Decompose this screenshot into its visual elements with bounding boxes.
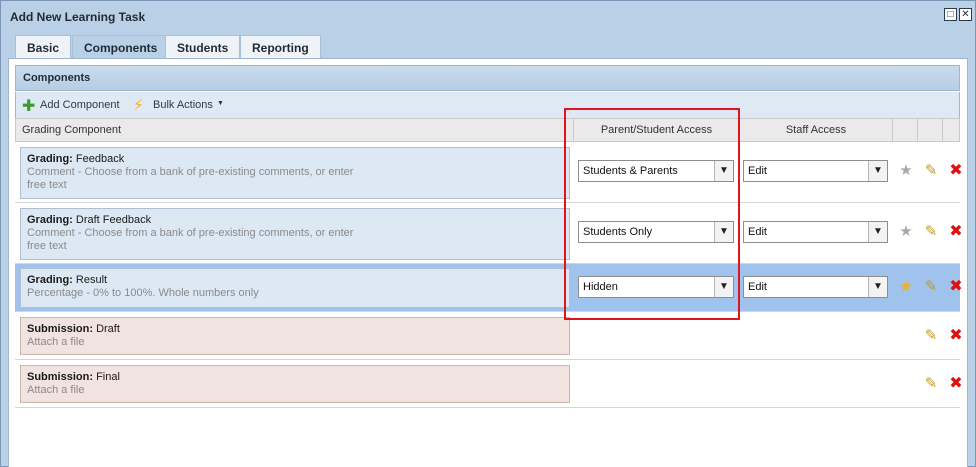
tab-components[interactable]: Components: [72, 35, 170, 59]
col-edit: [918, 119, 943, 141]
chevron-down-icon: ▼: [714, 222, 733, 242]
component-card[interactable]: Grading: Feedback Comment - Choose from …: [20, 147, 570, 199]
bulk-actions-button[interactable]: Bulk Actions: [153, 99, 213, 111]
components-toolbar: ✚ Add Component ⚡ Bulk Actions ▼: [15, 92, 960, 118]
chevron-down-icon: ▼: [868, 277, 887, 297]
chevron-down-icon: ▼: [868, 222, 887, 242]
delete-icon[interactable]: ✖: [947, 375, 965, 393]
component-desc: Attach a file: [27, 384, 85, 396]
staff-access-select[interactable]: Edit ▼: [743, 276, 888, 298]
delete-icon[interactable]: ✖: [947, 278, 965, 296]
component-desc: Percentage - 0% to 100%. Whole numbers o…: [27, 287, 259, 299]
select-value: Edit: [748, 165, 767, 177]
title-bar: Add New Learning Task □ ✕: [1, 1, 975, 32]
parent-student-access-select[interactable]: Students & Parents ▼: [578, 160, 734, 182]
parent-student-access-select[interactable]: Students Only ▼: [578, 221, 734, 243]
component-name: Draft: [93, 323, 120, 335]
select-value: Edit: [748, 281, 767, 293]
table-row: Submission: Final Attach a file ✎ ✖: [15, 360, 963, 408]
component-desc: Comment - Choose from a bank of pre-exis…: [27, 166, 354, 191]
component-card[interactable]: Grading: Result Percentage - 0% to 100%.…: [20, 268, 570, 308]
lightning-icon: ⚡: [133, 97, 144, 114]
components-title: Components: [23, 72, 91, 84]
component-desc: Comment - Choose from a bank of pre-exis…: [27, 227, 354, 252]
tab-students[interactable]: Students: [165, 35, 241, 59]
tab-basic[interactable]: Basic: [15, 35, 72, 59]
table-row: Grading: Feedback Comment - Choose from …: [15, 142, 963, 203]
pencil-icon[interactable]: ✎: [922, 162, 940, 180]
component-kind: Grading:: [27, 153, 73, 165]
select-value: Students & Parents: [583, 165, 678, 177]
chevron-down-icon[interactable]: ▼: [217, 100, 224, 107]
staff-access-select[interactable]: Edit ▼: [743, 221, 888, 243]
staff-access-select[interactable]: Edit ▼: [743, 160, 888, 182]
table-row: Submission: Draft Attach a file ✎ ✖: [15, 312, 963, 360]
tab-reporting[interactable]: Reporting: [240, 35, 321, 59]
col-favorite: [893, 119, 918, 141]
parent-student-access-select[interactable]: Hidden ▼: [578, 276, 734, 298]
tab-bar: Basic Components Students Reporting: [1, 32, 975, 59]
component-kind: Submission:: [27, 323, 94, 335]
star-icon[interactable]: ★: [897, 223, 915, 241]
star-icon[interactable]: ★: [897, 162, 915, 180]
star-icon[interactable]: ★: [897, 278, 915, 296]
col-delete: [943, 119, 959, 141]
table-row: Grading: Result Percentage - 0% to 100%.…: [15, 264, 963, 312]
pencil-icon[interactable]: ✎: [922, 327, 940, 345]
component-kind: Grading:: [27, 214, 73, 226]
select-value: Edit: [748, 226, 767, 238]
pencil-icon[interactable]: ✎: [922, 375, 940, 393]
delete-icon[interactable]: ✖: [947, 223, 965, 241]
component-kind: Grading:: [27, 274, 73, 286]
maximize-icon[interactable]: □: [944, 8, 957, 21]
table-header: Grading Component Parent/Student Access …: [15, 118, 960, 142]
col-parent-student-access: Parent/Student Access: [574, 119, 740, 141]
component-name: Final: [93, 371, 120, 383]
component-name: Feedback: [72, 153, 125, 165]
chevron-down-icon: ▼: [714, 161, 733, 181]
delete-icon[interactable]: ✖: [947, 327, 965, 345]
pencil-icon[interactable]: ✎: [922, 223, 940, 241]
component-desc: Attach a file: [27, 336, 85, 348]
component-kind: Submission:: [27, 371, 94, 383]
col-staff-access: Staff Access: [740, 119, 893, 141]
plus-icon: ✚: [22, 98, 36, 115]
dialog-window: Add New Learning Task □ ✕ Basic Componen…: [0, 0, 976, 467]
add-component-button[interactable]: Add Component: [40, 99, 120, 111]
component-name: Draft Feedback: [72, 214, 152, 226]
component-card[interactable]: Grading: Draft Feedback Comment - Choose…: [20, 208, 570, 260]
components-panel: Components ✚ Add Component ⚡ Bulk Action…: [8, 58, 968, 467]
component-name: Result: [72, 274, 108, 286]
delete-icon[interactable]: ✖: [947, 162, 965, 180]
table-row: Grading: Draft Feedback Comment - Choose…: [15, 203, 963, 264]
pencil-icon[interactable]: ✎: [922, 278, 940, 296]
components-header: Components: [15, 65, 960, 91]
chevron-down-icon: ▼: [868, 161, 887, 181]
chevron-down-icon: ▼: [714, 277, 733, 297]
select-value: Hidden: [583, 281, 618, 293]
component-card[interactable]: Submission: Draft Attach a file: [20, 317, 570, 355]
col-grading-component: Grading Component: [16, 119, 574, 141]
component-card[interactable]: Submission: Final Attach a file: [20, 365, 570, 403]
close-icon[interactable]: ✕: [959, 8, 972, 21]
dialog-title: Add New Learning Task: [10, 10, 146, 24]
select-value: Students Only: [583, 226, 653, 238]
